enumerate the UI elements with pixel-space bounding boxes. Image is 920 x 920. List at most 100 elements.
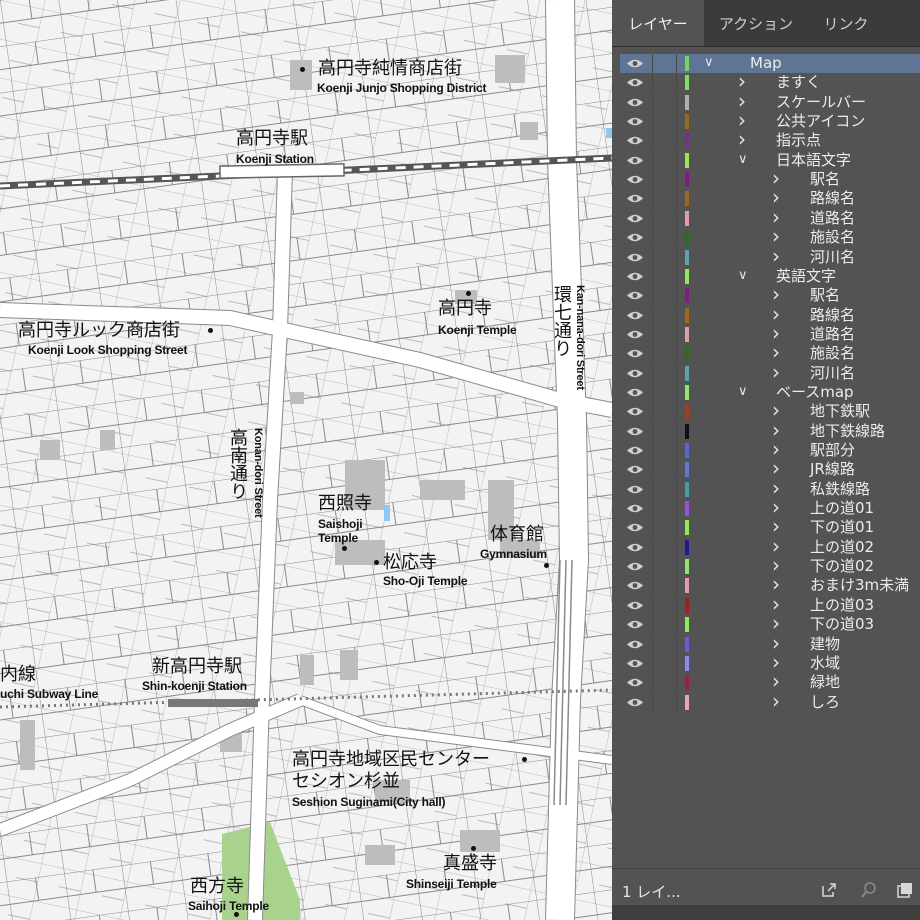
eye-icon[interactable]	[626, 561, 644, 572]
eye-icon[interactable]	[626, 271, 644, 282]
tab-layers[interactable]: レイヤー	[612, 0, 704, 46]
layer-row[interactable]: › 上の道01	[620, 495, 920, 519]
eye-icon[interactable]	[626, 368, 644, 379]
eye-icon[interactable]	[626, 697, 644, 708]
eye-icon[interactable]	[626, 213, 644, 224]
chevron-right-icon[interactable]: ›	[772, 689, 780, 713]
chevron-down-icon[interactable]: ∨	[738, 384, 748, 399]
layer-row[interactable]: › 駅部分	[620, 437, 920, 461]
layer-row[interactable]: › 水域	[620, 650, 920, 674]
layer-color-swatch	[685, 617, 689, 633]
column-divider	[676, 460, 677, 480]
layer-row[interactable]: › 下の道03	[620, 611, 920, 635]
eye-icon[interactable]	[626, 484, 644, 495]
eye-icon[interactable]	[626, 600, 644, 611]
eye-icon[interactable]	[626, 503, 644, 514]
layer-color-swatch	[685, 384, 689, 400]
layer-row[interactable]: › 地下鉄線路	[620, 418, 920, 442]
chevron-down-icon[interactable]: ∨	[738, 152, 748, 167]
layer-row[interactable]: › 地下鉄駅	[620, 398, 920, 422]
eye-icon[interactable]	[626, 639, 644, 650]
search-icon[interactable]	[860, 881, 878, 899]
layer-row[interactable]: › ますく	[620, 69, 920, 93]
chevron-right-icon[interactable]: ›	[772, 360, 780, 384]
chevron-right-icon[interactable]: ›	[772, 244, 780, 268]
layer-row[interactable]: › 路線名	[620, 302, 920, 326]
eye-icon[interactable]	[626, 310, 644, 321]
layer-row[interactable]: › 建物	[620, 631, 920, 655]
koenji-station-label-jp: 高円寺駅	[236, 128, 308, 149]
layer-row[interactable]: ∨ Map	[620, 54, 920, 73]
eye-icon[interactable]	[626, 155, 644, 166]
layer-row[interactable]: › 道路名	[620, 321, 920, 345]
eye-icon[interactable]	[626, 97, 644, 108]
layer-row[interactable]: › 施設名	[620, 224, 920, 248]
layer-color-swatch	[685, 346, 689, 362]
eye-icon[interactable]	[626, 329, 644, 340]
eye-icon[interactable]	[626, 252, 644, 263]
layer-row[interactable]: › 公共アイコン	[620, 108, 920, 132]
layer-row[interactable]: › 上の道03	[620, 592, 920, 616]
eye-icon[interactable]	[626, 426, 644, 437]
layer-row[interactable]: › 下の道01	[620, 514, 920, 538]
eye-icon[interactable]	[626, 348, 644, 359]
layer-row[interactable]: › 私鉄線路	[620, 476, 920, 500]
chevron-down-icon[interactable]: ∨	[704, 55, 714, 70]
layer-row[interactable]: › JR線路	[620, 456, 920, 480]
chevron-right-icon[interactable]: ›	[738, 127, 746, 151]
layer-row[interactable]: › スケールバー	[620, 89, 920, 113]
layer-name: 上の道02	[810, 537, 875, 556]
eye-icon[interactable]	[626, 387, 644, 398]
eye-icon[interactable]	[626, 290, 644, 301]
chevron-down-icon[interactable]: ∨	[738, 268, 748, 283]
layer-color-swatch	[685, 56, 689, 71]
eye-icon[interactable]	[626, 406, 644, 417]
layer-row[interactable]: › 施設名	[620, 340, 920, 364]
layer-row[interactable]: › 路線名	[620, 185, 920, 209]
tab-actions[interactable]: アクション	[704, 0, 808, 46]
center-dot	[522, 757, 527, 762]
column-divider	[652, 131, 653, 151]
layer-row[interactable]: › 道路名	[620, 205, 920, 229]
eye-icon[interactable]	[626, 464, 644, 475]
eye-icon[interactable]	[626, 522, 644, 533]
layer-row[interactable]: › 指示点	[620, 127, 920, 151]
eye-icon[interactable]	[626, 542, 644, 553]
eye-icon[interactable]	[626, 677, 644, 688]
eye-icon[interactable]	[626, 619, 644, 630]
eye-icon[interactable]	[626, 116, 644, 127]
layer-row[interactable]: › おまけ3m未満	[620, 572, 920, 596]
konan-label-jp: 高南通り	[227, 428, 248, 500]
layer-row[interactable]: › 下の道02	[620, 553, 920, 577]
tab-links[interactable]: リンク	[808, 0, 884, 46]
eye-icon[interactable]	[626, 193, 644, 204]
layer-name: JR線路	[810, 460, 855, 479]
map-canvas[interactable]: 高円寺純情商店街 Koenji Junjo Shopping District …	[0, 0, 612, 920]
layer-row[interactable]: › しろ	[620, 689, 920, 713]
eye-icon[interactable]	[626, 77, 644, 88]
new-layer-icon[interactable]	[896, 881, 914, 899]
export-icon[interactable]	[820, 881, 838, 899]
column-divider	[652, 576, 653, 596]
eye-icon[interactable]	[626, 658, 644, 669]
layer-name: 英語文字	[776, 266, 837, 285]
layer-row[interactable]: ∨ 日本語文字	[620, 150, 920, 170]
layer-row[interactable]: › 上の道02	[620, 534, 920, 558]
eye-icon[interactable]	[626, 58, 644, 69]
layer-name: しろ	[810, 692, 841, 711]
eye-icon[interactable]	[626, 232, 644, 243]
layer-color-swatch	[685, 597, 689, 613]
eye-icon[interactable]	[626, 580, 644, 591]
eye-icon[interactable]	[626, 445, 644, 456]
column-divider	[676, 595, 677, 615]
column-divider	[652, 92, 653, 112]
layer-row[interactable]: › 緑地	[620, 669, 920, 693]
eye-icon[interactable]	[626, 135, 644, 146]
layer-row[interactable]: › 河川名	[620, 244, 920, 268]
eye-icon[interactable]	[626, 174, 644, 185]
layer-row[interactable]: › 駅名	[620, 166, 920, 190]
layer-row[interactable]: ∨ 英語文字	[620, 266, 920, 286]
layer-row[interactable]: › 河川名	[620, 360, 920, 384]
layer-row[interactable]: › 駅名	[620, 282, 920, 306]
layer-row[interactable]: ∨ ベースmap	[620, 382, 920, 402]
